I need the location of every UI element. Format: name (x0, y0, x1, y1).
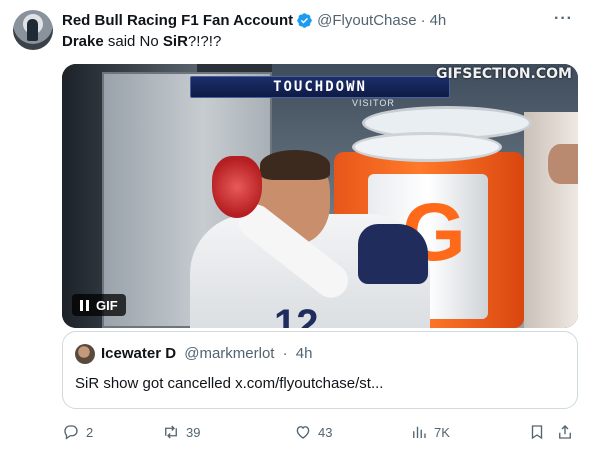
tweet-text-body: said No (103, 33, 163, 50)
like-button[interactable]: 43 (294, 422, 332, 442)
tweet[interactable]: Red Bull Racing F1 Fan Account @FlyoutCh… (0, 0, 595, 451)
reply-icon (64, 425, 78, 440)
author-avatar[interactable] (13, 10, 53, 50)
watermark: GIFSECTION.COM (436, 66, 572, 82)
reply-button[interactable]: 2 (62, 422, 93, 442)
like-count: 43 (318, 424, 333, 440)
tweet-text: Drake said No SiR?!?!? (62, 33, 221, 50)
verified-badge-icon (297, 12, 312, 28)
gif-media[interactable]: G 12 TOUCHDOWN VISITOR GIFSECTION.COM GI… (62, 64, 578, 328)
repost-count: 39 (186, 424, 201, 440)
visitor-label: VISITOR (352, 98, 395, 108)
repost-icon (165, 425, 177, 439)
bookmark-button[interactable] (528, 422, 552, 442)
share-icon (559, 425, 571, 439)
tweet-header: Red Bull Racing F1 Fan Account @FlyoutCh… (62, 10, 446, 30)
views-button[interactable]: 7K (410, 422, 450, 442)
action-bar: 2 39 43 7K (62, 422, 578, 442)
views-chart-icon (413, 426, 426, 438)
quoted-author-avatar (75, 344, 95, 364)
quoted-tweet[interactable]: Icewater D @markmerlot · 4h SiR show got… (62, 331, 578, 409)
gif-pause-button[interactable]: GIF (72, 294, 126, 316)
gif-badge-label: GIF (96, 297, 118, 313)
quoted-tweet-text: SiR show got cancelled x.com/flyoutchase… (75, 375, 384, 392)
player-hand (212, 156, 262, 218)
quoted-tweet-timestamp: 4h (295, 345, 313, 362)
tweet-text-punct: ?!?!? (187, 33, 222, 50)
pause-icon (80, 299, 89, 311)
share-button[interactable] (556, 422, 580, 442)
heart-icon (296, 426, 310, 439)
scorebug-text: TOUCHDOWN (273, 79, 367, 95)
more-options-icon[interactable]: ··· (554, 10, 573, 28)
quoted-author-name: Icewater D (101, 345, 177, 362)
author-display-name[interactable]: Red Bull Racing F1 Fan Account (62, 12, 293, 29)
quoted-author-handle: @markmerlot (184, 345, 275, 362)
scorebug: TOUCHDOWN (190, 76, 450, 98)
tweet-text-mention: Drake (62, 33, 104, 50)
tweet-text-bold: SiR (162, 33, 188, 50)
jersey-number: 12 (274, 302, 319, 328)
bookmark-icon (531, 425, 543, 440)
author-handle[interactable]: @FlyoutChase (317, 12, 416, 29)
separator-dot: · (282, 345, 288, 362)
tweet-timestamp[interactable]: 4h (430, 12, 447, 29)
views-count: 7K (434, 424, 450, 440)
reply-count: 2 (86, 424, 94, 440)
quoted-tweet-header: Icewater D @markmerlot · 4h (101, 345, 312, 362)
separator-dot: · (420, 11, 426, 29)
repost-button[interactable]: 39 (162, 422, 200, 442)
